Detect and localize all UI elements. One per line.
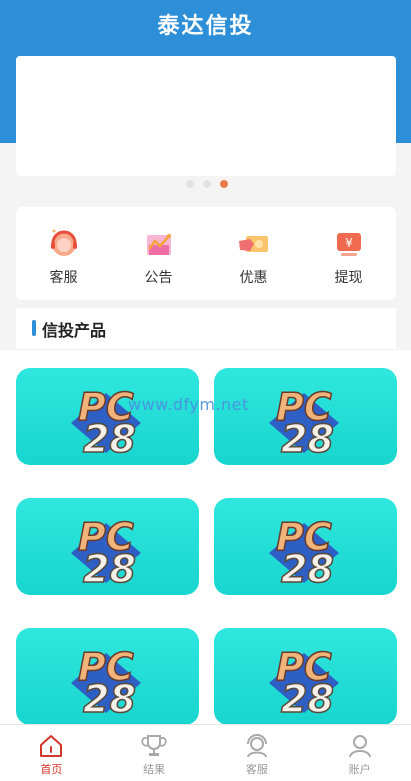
- product-card[interactable]: PC 28: [16, 498, 199, 595]
- trophy-icon: [141, 735, 167, 756]
- pc28-logo: PC 28: [71, 514, 141, 592]
- pc28-logo: PC 28: [269, 514, 339, 592]
- pc28-logo: PC 28: [71, 384, 141, 462]
- quick-action-label: 公告: [144, 270, 173, 286]
- tab-customer-service[interactable]: 客服: [206, 725, 309, 781]
- tab-label: 首页: [40, 763, 63, 776]
- home-icon: [40, 735, 63, 757]
- logo-text-bottom: 28: [83, 417, 136, 461]
- product-card[interactable]: PC 28: [16, 368, 199, 465]
- yuan-screen-icon: ¥: [336, 233, 361, 256]
- quick-actions-panel: 客服 公告 优惠 ¥ 提现: [16, 207, 396, 300]
- watermark-text: www.dfym.net: [128, 395, 249, 414]
- chart-icon: [146, 234, 171, 255]
- tab-home[interactable]: 首页: [0, 725, 103, 781]
- tab-label: 客服: [245, 763, 268, 776]
- headset-icon: [50, 229, 77, 256]
- tab-results[interactable]: 结果: [103, 725, 206, 781]
- tab-label: 账户: [348, 763, 371, 776]
- tab-label: 结果: [143, 763, 166, 776]
- user-icon: [348, 735, 371, 758]
- product-card[interactable]: PC 28: [214, 498, 397, 595]
- banner-carousel[interactable]: [16, 56, 396, 176]
- bottom-tab-bar: 首页 结果 客服 账户: [0, 724, 411, 781]
- product-card[interactable]: PC 28: [214, 628, 397, 725]
- section-accent-bar: [32, 320, 36, 336]
- carousel-indicator: [186, 180, 228, 188]
- logo-text-bottom: 28: [281, 417, 334, 461]
- support-icon: [246, 734, 267, 758]
- product-card[interactable]: PC 28: [214, 368, 397, 465]
- quick-action-promotion[interactable]: 优惠: [206, 207, 301, 300]
- page-title: 泰达信投: [157, 13, 254, 39]
- carousel-dot-active[interactable]: [220, 180, 228, 188]
- pc28-logo: PC 28: [71, 644, 141, 722]
- quick-action-label: 客服: [49, 270, 78, 286]
- products-section-header: 信投产品: [16, 308, 396, 350]
- logo-text-bottom: 28: [281, 547, 334, 591]
- pc28-logo: PC 28: [269, 644, 339, 722]
- carousel-dot[interactable]: [203, 180, 211, 188]
- logo-text-bottom: 28: [281, 677, 334, 721]
- quick-action-customer-service[interactable]: 客服: [16, 207, 111, 300]
- product-card[interactable]: PC 28: [16, 628, 199, 725]
- logo-text-bottom: 28: [83, 677, 136, 721]
- quick-action-announcement[interactable]: 公告: [111, 207, 206, 300]
- carousel-dot[interactable]: [186, 180, 194, 188]
- quick-action-withdraw[interactable]: ¥ 提现: [301, 207, 396, 300]
- section-title: 信投产品: [42, 321, 107, 340]
- quick-action-label: 提现: [334, 270, 363, 286]
- svg-text:¥: ¥: [345, 236, 353, 250]
- tab-account[interactable]: 账户: [308, 725, 411, 781]
- quick-action-label: 优惠: [239, 270, 268, 286]
- pc28-logo: PC 28: [269, 384, 339, 462]
- logo-text-bottom: 28: [83, 547, 136, 591]
- coupon-hand-icon: [238, 236, 268, 252]
